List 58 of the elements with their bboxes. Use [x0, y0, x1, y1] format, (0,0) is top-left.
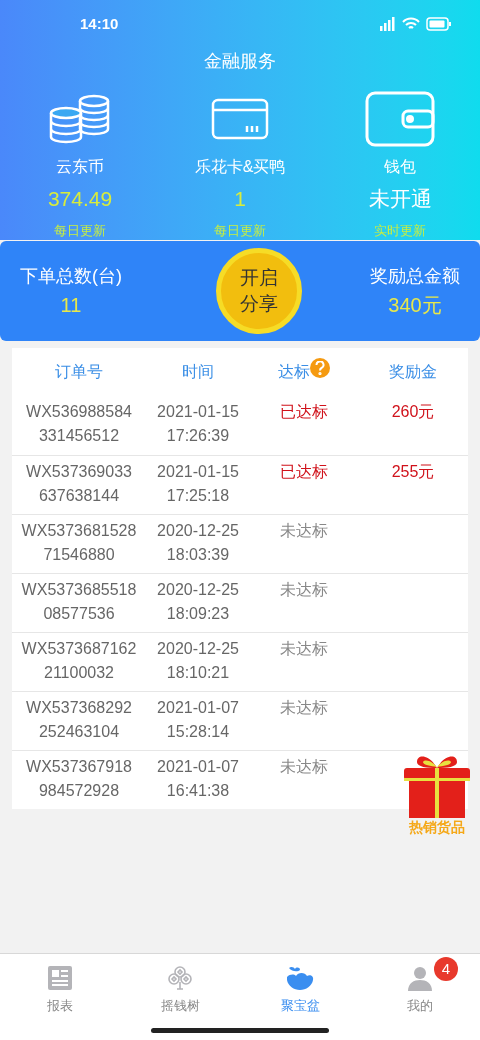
- status-text: 未达标: [280, 639, 328, 659]
- battery-icon: [426, 17, 452, 31]
- update-note: 每日更新: [54, 221, 106, 240]
- nav-tab[interactable]: 聚宝盆: [240, 954, 360, 1040]
- reward-amount: 255元: [391, 462, 435, 482]
- order-number: WX537368292 252463104: [26, 698, 132, 742]
- card-icon: [211, 98, 269, 140]
- wallet-icon: [365, 91, 435, 147]
- report-icon: [47, 965, 73, 991]
- orders-value: 11: [60, 292, 82, 318]
- share-button[interactable]: 开启 分享: [216, 248, 302, 334]
- order-time: 2020-12-25 18:03:39: [157, 521, 239, 565]
- service-value: 1: [234, 186, 246, 212]
- status-text: 已达标: [280, 402, 328, 422]
- order-time: 2021-01-07 15:28:14: [157, 698, 239, 742]
- signal-icon: [378, 17, 396, 31]
- wifi-icon: [402, 17, 420, 31]
- nav-tab[interactable]: 摇钱树: [120, 954, 240, 1040]
- user-icon: [407, 965, 433, 991]
- order-time: 2021-01-15 17:26:39: [157, 402, 239, 446]
- update-note: 实时更新: [374, 221, 426, 240]
- coins-icon: [48, 93, 112, 145]
- nav-tab[interactable]: 我的 4: [360, 954, 480, 1040]
- order-time: 2021-01-15 17:25:18: [157, 462, 239, 506]
- order-number: WX5373685518 08577536: [21, 580, 137, 624]
- tree-icon: [167, 965, 193, 991]
- order-number: WX537369033 637638144: [26, 462, 132, 506]
- status-time: 14:10: [80, 13, 119, 34]
- order-number: WX5373681528 71546880: [21, 521, 137, 565]
- status-text: 未达标: [280, 580, 328, 600]
- column-header: 达标: [278, 362, 310, 382]
- column-header: 订单号: [55, 362, 103, 382]
- status-text: 已达标: [280, 462, 328, 482]
- service-value: 未开通: [368, 186, 432, 212]
- status-text: 未达标: [280, 698, 328, 718]
- service-label: 乐花卡&买鸭: [194, 157, 286, 177]
- order-number: WX536988584 331456512: [26, 402, 132, 446]
- order-time: 2021-01-07 16:41:38: [157, 757, 239, 801]
- service-value: 374.49: [47, 186, 113, 212]
- reward-total-value: 340元: [388, 292, 442, 318]
- reward-total-label: 奖励总金额: [370, 264, 460, 288]
- service-label: 钱包: [384, 157, 416, 177]
- order-time: 2020-12-25 18:09:23: [157, 580, 239, 624]
- column-header: 时间: [182, 362, 214, 382]
- order-time: 2020-12-25 18:10:21: [157, 639, 239, 683]
- bowl-icon: [286, 965, 314, 991]
- status-text: 未达标: [280, 521, 328, 541]
- reward-amount: 260元: [391, 402, 435, 422]
- order-number: WX5373687162 21100032: [21, 639, 137, 683]
- status-text: 未达标: [280, 757, 328, 777]
- nav-tab[interactable]: 报表: [0, 954, 120, 1040]
- update-note: 每日更新: [214, 221, 266, 240]
- notification-badge: 4: [434, 957, 458, 981]
- page-title: 金融服务: [203, 50, 277, 73]
- orders-label: 下单总数(台): [20, 264, 122, 288]
- column-header: 奖励金: [389, 362, 437, 382]
- order-number: WX537367918 984572928: [26, 757, 132, 801]
- service-label: 云东币: [56, 157, 104, 177]
